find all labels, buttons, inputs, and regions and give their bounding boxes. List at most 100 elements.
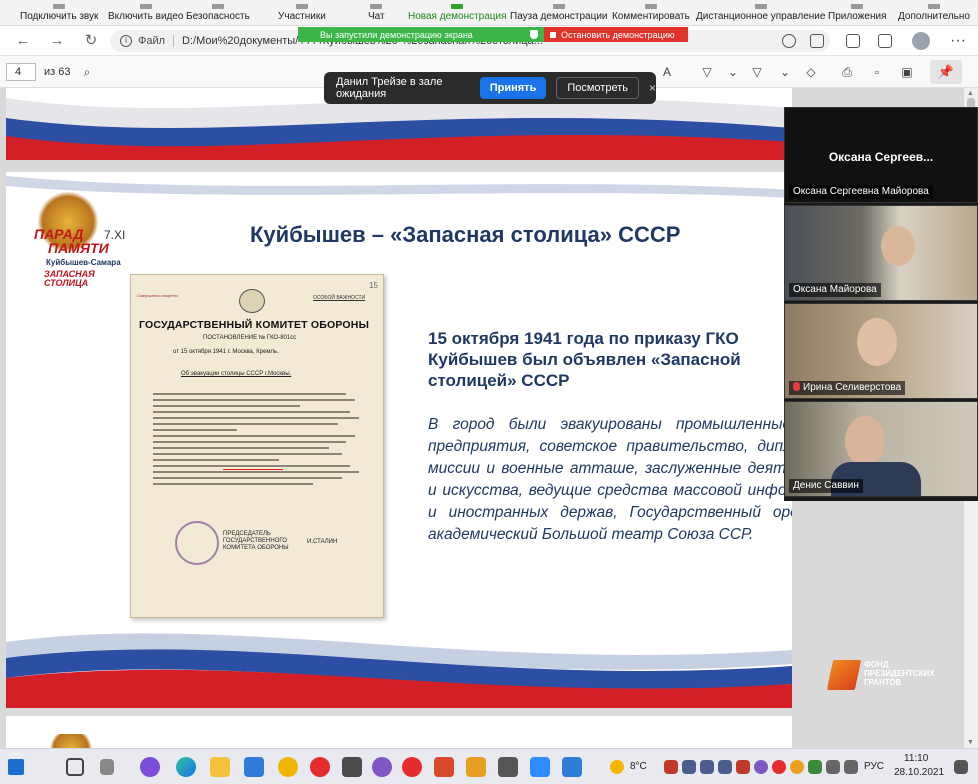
zoom-page-icon[interactable] (782, 34, 796, 48)
apps-icon (851, 4, 864, 9)
read-aloud-icon[interactable] (810, 34, 824, 48)
tray-app-icon[interactable] (736, 760, 750, 774)
notifications-icon[interactable] (954, 760, 968, 774)
weather-temperature[interactable]: 8°C (630, 761, 647, 772)
participant-tile[interactable]: Ирина Селиверстова (784, 303, 978, 399)
participant-tile[interactable]: Оксана Сергеев... Оксана Сергеевна Майор… (784, 107, 978, 203)
text-size-icon[interactable]: A (660, 65, 674, 79)
admit-button[interactable]: Принять (479, 77, 547, 99)
fund-logo-mark (826, 660, 862, 690)
close-icon[interactable]: × (649, 81, 656, 95)
save-icon[interactable]: ▫ (870, 65, 884, 79)
forward-arrow-icon[interactable]: → (48, 32, 66, 50)
current-slide: ПАРАД ПАМЯТИ 7.XI Куйбышев-Самара ЗАПАСН… (6, 172, 792, 708)
red-underline (223, 469, 283, 470)
sharing-status-text: Вы запустили демонстрацию экрана (320, 29, 473, 40)
task-view-icon[interactable] (100, 759, 114, 775)
yandex-icon[interactable] (310, 757, 330, 777)
zoom-icon[interactable] (530, 757, 550, 777)
participant-label: Денис Саввин (789, 479, 863, 493)
participant-video-face (857, 318, 897, 366)
participants-button[interactable]: Участники (278, 0, 326, 25)
waiting-room-message: Данил Трейзе в зале ожидания (336, 76, 443, 100)
profile-avatar[interactable] (912, 32, 930, 50)
scroll-down-icon[interactable]: ▼ (967, 739, 974, 746)
windows-start-icon[interactable] (8, 759, 24, 775)
unmute-audio-button[interactable]: Подключить звук (20, 0, 98, 25)
participant-video-panel: Оксана Сергеев... Оксана Сергеевна Майор… (784, 107, 978, 501)
collections-icon[interactable] (878, 34, 892, 48)
waiting-room-notification: Данил Трейзе в зале ожидания Принять Пос… (324, 72, 656, 104)
start-video-button[interactable]: Включить видео (108, 0, 184, 25)
official-stamp (175, 521, 219, 565)
weather-sun-icon (610, 760, 624, 774)
save-as-icon[interactable]: ▣ (900, 65, 914, 79)
browser-menu-icon[interactable]: ··· (950, 32, 966, 50)
tray-app-icon[interactable] (790, 760, 804, 774)
participant-tile[interactable]: Денис Саввин (784, 401, 978, 497)
store-icon[interactable] (244, 757, 264, 777)
file-label: Файл (138, 35, 166, 47)
back-arrow-icon[interactable]: ← (14, 32, 32, 50)
more-button[interactable]: Дополнительно (898, 0, 970, 25)
divider (173, 35, 175, 47)
shield-icon (530, 30, 538, 39)
archival-document-image: Совершенно секретно ОСОБОЙ ВАЖНОСТИ 15 Г… (130, 274, 384, 618)
wifi-icon[interactable] (826, 760, 840, 774)
favorites-icon[interactable] (846, 34, 860, 48)
view-button[interactable]: Посмотреть (556, 77, 639, 99)
participant-tile[interactable]: Оксана Майорова (784, 205, 978, 301)
app-icon[interactable] (466, 757, 486, 777)
tray-app-icon[interactable] (718, 760, 732, 774)
scroll-up-icon[interactable]: ▲ (967, 90, 974, 97)
tray-app-icon[interactable] (772, 760, 786, 774)
app-icon[interactable] (498, 757, 518, 777)
slide-title: Куйбышев – «Запасная столица» СССР (250, 222, 681, 247)
chevron-down-icon[interactable]: ⌄ (726, 65, 740, 79)
participant-video-face (881, 226, 915, 266)
stop-share-button[interactable]: Остановить демонстрацию (544, 27, 688, 42)
pause-share-button[interactable]: Пауза демонстрации (510, 0, 608, 25)
screen: Подключить звук Включить видео Безопасно… (0, 0, 978, 784)
edge-browser-icon[interactable] (176, 757, 196, 777)
ussr-emblem-icon (239, 289, 265, 313)
document-body-lines (153, 393, 363, 489)
print-icon[interactable]: ⎙ (840, 65, 854, 79)
tray-app-icon[interactable] (754, 760, 768, 774)
app-icon[interactable] (434, 757, 454, 777)
remote-control-button[interactable]: Дистанционное управление (696, 0, 825, 25)
remote-control-icon (754, 4, 767, 9)
chevron-down-icon[interactable]: ⌄ (778, 65, 792, 79)
chat-button[interactable]: Чат (368, 0, 385, 25)
slide-heading: 15 октября 1941 года по приказу ГКО Куйб… (428, 329, 741, 390)
language-indicator[interactable]: РУС (864, 761, 884, 772)
search-icon[interactable]: ⌕ (80, 65, 94, 79)
apps-button[interactable]: Приложения (828, 0, 887, 25)
search-icon[interactable] (66, 758, 84, 776)
annotate-button[interactable]: Комментировать (612, 0, 690, 25)
clock-time[interactable]: 11:10 (904, 753, 928, 764)
highlight-icon[interactable]: ▽ (750, 65, 764, 79)
word-icon[interactable] (562, 757, 582, 777)
file-explorer-icon[interactable] (210, 757, 230, 777)
tray-app-icon[interactable] (664, 760, 678, 774)
tray-app-icon[interactable] (682, 760, 696, 774)
tray-app-icon[interactable] (808, 760, 822, 774)
volume-icon[interactable] (844, 760, 858, 774)
eraser-icon[interactable]: ◇ (804, 65, 818, 79)
app-icon[interactable] (342, 757, 362, 777)
app-icon[interactable] (140, 757, 160, 777)
new-share-button[interactable]: Новая демонстрация (408, 0, 507, 25)
people-icon (295, 4, 308, 9)
clock-date[interactable]: 28.10.2021 (894, 767, 944, 778)
viber-icon[interactable] (372, 757, 392, 777)
app-icon[interactable] (278, 757, 298, 777)
page-number-input[interactable]: 4 (6, 63, 36, 81)
security-button[interactable]: Безопасность (186, 0, 250, 25)
reload-icon[interactable]: ↻ (82, 32, 100, 50)
yandex-icon[interactable] (402, 757, 422, 777)
info-icon[interactable]: i (120, 35, 132, 47)
tray-app-icon[interactable] (700, 760, 714, 774)
pin-toolbar-icon[interactable]: 📌 (930, 60, 962, 84)
draw-icon[interactable]: ▽ (700, 65, 714, 79)
